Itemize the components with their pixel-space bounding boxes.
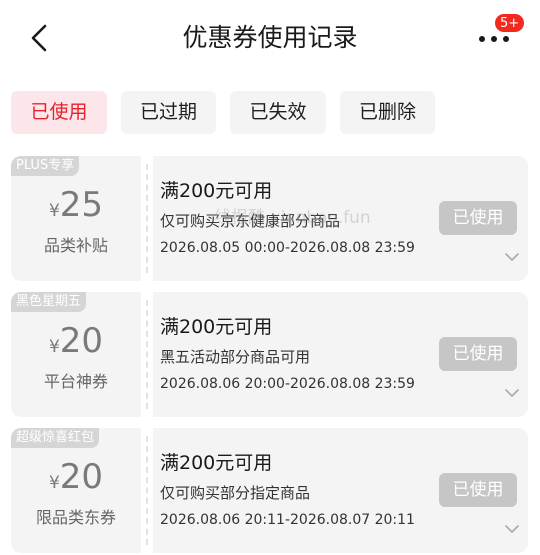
currency-symbol: ¥ bbox=[48, 473, 60, 493]
tab-deleted[interactable]: 已删除 bbox=[340, 91, 435, 134]
amount-value: 20 bbox=[59, 457, 104, 497]
tab-invalid[interactable]: 已失效 bbox=[230, 91, 326, 134]
dashed-divider bbox=[141, 156, 153, 281]
chevron-down-icon[interactable] bbox=[505, 388, 519, 398]
chevron-down-icon[interactable] bbox=[505, 252, 519, 262]
coupon-tag: PLUS专享 bbox=[11, 156, 80, 176]
coupon-condition: 满200元可用 bbox=[160, 452, 273, 474]
coupon-category: 限品类东券 bbox=[35, 508, 116, 527]
coupon-amount: ¥20 bbox=[11, 319, 141, 363]
amount-value: 25 bbox=[59, 185, 104, 225]
coupon-description: 仅可购买部分指定商品 bbox=[160, 484, 311, 502]
coupon-details: 满200元可用 仅可购买部分指定商品 2026.08.06 20:11-2026… bbox=[153, 428, 528, 553]
status-filter-tabs: 已使用 已过期 已失效 已删除 bbox=[11, 91, 531, 135]
tab-expired[interactable]: 已过期 bbox=[121, 91, 216, 134]
used-status-button[interactable]: 已使用 bbox=[439, 201, 517, 235]
dashed-divider bbox=[141, 428, 153, 553]
currency-symbol: ¥ bbox=[48, 337, 60, 357]
notification-badge: 5+ bbox=[494, 13, 526, 33]
coupon-card[interactable]: 超级惊喜红包 ¥20 限品类东券 满200元可用 仅可购买部分指定商品 2026… bbox=[11, 428, 528, 553]
coupon-condition: 满200元可用 bbox=[160, 316, 273, 338]
coupon-condition: 满200元可用 bbox=[160, 180, 273, 202]
coupon-details: 满200元可用 仅可购买京东健康部分商品 2026.08.05 00:00-20… bbox=[153, 156, 528, 281]
coupon-card[interactable]: PLUS专享 ¥25 品类补贴 满200元可用 仅可购买京东健康部分商品 202… bbox=[11, 156, 528, 281]
coupon-tag: 超级惊喜红包 bbox=[11, 428, 100, 448]
coupon-value-panel: 黑色星期五 ¥20 平台神券 bbox=[11, 292, 141, 417]
coupon-validity: 2026.08.05 00:00-2026.08.08 23:59 bbox=[160, 240, 415, 256]
used-status-button[interactable]: 已使用 bbox=[439, 473, 517, 507]
chevron-down-icon[interactable] bbox=[505, 524, 519, 534]
coupon-amount: ¥25 bbox=[11, 183, 141, 227]
coupon-value-panel: 超级惊喜红包 ¥20 限品类东券 bbox=[11, 428, 141, 553]
ellipsis-icon bbox=[479, 36, 509, 42]
amount-value: 20 bbox=[59, 321, 104, 361]
coupon-tag: 黑色星期五 bbox=[11, 292, 87, 312]
coupon-description: 黑五活动部分商品可用 bbox=[160, 348, 311, 366]
coupon-category: 品类补贴 bbox=[43, 236, 108, 255]
coupon-details: 满200元可用 黑五活动部分商品可用 2026.08.06 20:00-2026… bbox=[153, 292, 528, 417]
coupon-validity: 2026.08.06 20:11-2026.08.07 20:11 bbox=[160, 512, 415, 528]
tab-used[interactable]: 已使用 bbox=[11, 91, 107, 134]
coupon-description: 仅可购买京东健康部分商品 bbox=[160, 212, 341, 230]
coupon-category: 平台神券 bbox=[43, 372, 108, 391]
coupon-validity: 2026.08.06 20:00-2026.08.08 23:59 bbox=[160, 376, 415, 392]
header-bar: 优惠券使用记录 5+ bbox=[0, 0, 540, 78]
dashed-divider bbox=[141, 292, 153, 417]
coupon-amount: ¥20 bbox=[11, 455, 141, 499]
coupon-value-panel: PLUS专享 ¥25 品类补贴 bbox=[11, 156, 141, 281]
page-title: 优惠券使用记录 bbox=[182, 23, 358, 52]
currency-symbol: ¥ bbox=[48, 201, 60, 221]
coupon-card[interactable]: 黑色星期五 ¥20 平台神券 满200元可用 黑五活动部分商品可用 2026.0… bbox=[11, 292, 528, 417]
used-status-button[interactable]: 已使用 bbox=[439, 337, 517, 371]
